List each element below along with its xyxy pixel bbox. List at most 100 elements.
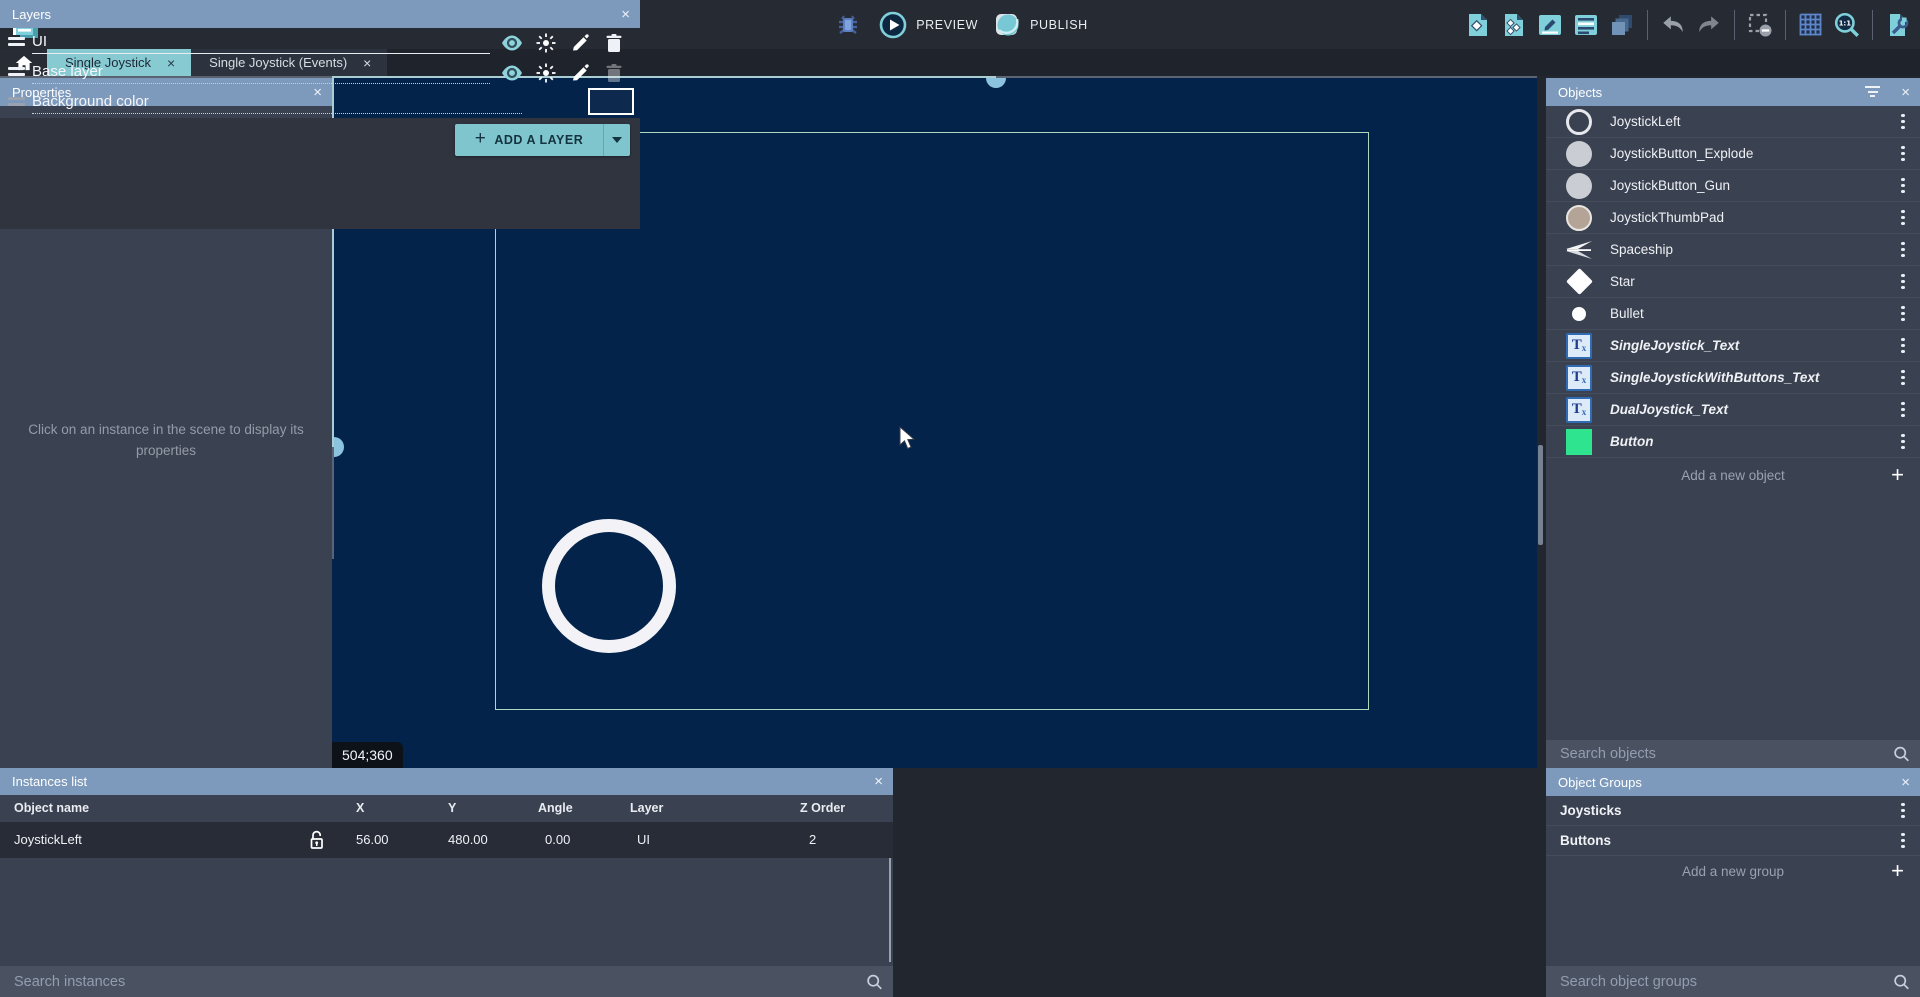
object-menu-kebab-icon[interactable] [1896, 434, 1910, 450]
background-color-swatch[interactable] [588, 88, 634, 115]
splitter-track [332, 447, 334, 559]
objects-panel: Objects × JoystickLeft JoystickButton_Ex… [1546, 78, 1920, 740]
object-row-button[interactable]: Button [1546, 426, 1920, 458]
object-menu-kebab-icon[interactable] [1896, 242, 1910, 258]
joystick-instance[interactable] [542, 519, 676, 653]
object-name: Spaceship [1610, 242, 1896, 257]
drag-handle-icon[interactable] [8, 37, 25, 49]
object-row-joystickthumbpad[interactable]: JoystickThumbPad [1546, 202, 1920, 234]
object-menu-kebab-icon[interactable] [1896, 146, 1910, 162]
object-groups-header: Object Groups × [1546, 768, 1920, 796]
add-group-button[interactable]: Add a new group + [1546, 856, 1920, 886]
object-groups-panel: Object Groups × Joysticks Buttons Add a … [1546, 768, 1920, 966]
instances-panel-scrollbar[interactable] [889, 858, 891, 962]
ring-icon [1564, 109, 1594, 135]
add-object-icon[interactable] [1462, 9, 1494, 41]
edit-layer-pencil-icon[interactable] [568, 31, 592, 55]
publish-button[interactable]: PUBLISH [992, 10, 1088, 40]
object-row-singlejoystick-text[interactable]: Tx SingleJoystick_Text [1546, 330, 1920, 362]
layer-effects-icon[interactable] [534, 61, 558, 85]
object-row-dualjoystick-text[interactable]: Tx DualJoystick_Text [1546, 394, 1920, 426]
instances-panel-title: Instances list [12, 774, 87, 789]
spaceship-icon [1564, 239, 1594, 261]
object-menu-kebab-icon[interactable] [1896, 274, 1910, 290]
toolbar-divider [1785, 10, 1786, 40]
object-groups-icon[interactable] [1498, 9, 1530, 41]
layers-panel-title: Layers [12, 7, 51, 22]
object-row-spaceship[interactable]: Spaceship [1546, 234, 1920, 266]
group-row-buttons[interactable]: Buttons [1546, 826, 1920, 856]
visibility-eye-icon[interactable] [500, 31, 524, 55]
object-menu-kebab-icon[interactable] [1896, 338, 1910, 354]
object-menu-kebab-icon[interactable] [1896, 306, 1910, 322]
close-icon[interactable]: × [1901, 78, 1910, 106]
delete-layer-trash-icon[interactable] [602, 31, 626, 55]
search-objects-input[interactable] [1546, 740, 1920, 768]
add-layer-dropdown-arrow[interactable] [603, 124, 630, 156]
drag-handle-icon [8, 97, 25, 109]
drag-handle-icon[interactable] [8, 67, 25, 79]
instance-y: 480.00 [448, 832, 488, 847]
layers-panel: Layers × UI [0, 0, 640, 229]
layer-name-field[interactable]: UI [32, 33, 490, 54]
cursor-coordinates: 504;360 [332, 742, 403, 768]
object-menu-kebab-icon[interactable] [1896, 402, 1910, 418]
grid-icon[interactable] [1795, 9, 1827, 41]
object-name: JoystickThumbPad [1610, 210, 1896, 225]
unlock-icon[interactable] [308, 829, 325, 851]
search-instances-input[interactable] [0, 966, 893, 997]
app-window: PREVIEW PUBLISH [0, 0, 1920, 997]
object-row-star[interactable]: Star [1546, 266, 1920, 298]
objects-panel-scrollbar[interactable] [1538, 445, 1543, 545]
vertical-splitter-handle[interactable] [334, 437, 344, 457]
preview-button[interactable]: PREVIEW [878, 10, 978, 40]
debugger-icon[interactable] [832, 9, 864, 41]
layers-panel-header: Layers × [0, 0, 640, 28]
tan-circle-icon [1564, 205, 1594, 231]
object-menu-kebab-icon[interactable] [1896, 178, 1910, 194]
object-row-joystickbutton-explode[interactable]: JoystickButton_Explode [1546, 138, 1920, 170]
add-object-button[interactable]: Add a new object + [1546, 458, 1920, 492]
search-objects-bar [1546, 740, 1920, 768]
redo-icon[interactable] [1693, 9, 1725, 41]
search-icon [866, 973, 883, 990]
group-name: Buttons [1560, 833, 1896, 848]
instance-row-joystickleft[interactable]: JoystickLeft 56.00 480.00 0.00 UI 2 [0, 822, 893, 858]
layer-effects-icon[interactable] [534, 31, 558, 55]
close-icon[interactable]: × [874, 768, 883, 795]
add-object-label: Add a new object [1681, 468, 1785, 483]
diamond-icon [1564, 272, 1594, 291]
object-menu-kebab-icon[interactable] [1896, 114, 1910, 130]
instances-panel: Instances list × Object name X Y Angle L… [0, 768, 893, 966]
edit-scene-icon[interactable] [1534, 9, 1566, 41]
object-row-singlejoystickwithbuttons-text[interactable]: Tx SingleJoystickWithButtons_Text [1546, 362, 1920, 394]
visibility-eye-icon[interactable] [500, 61, 524, 85]
filter-icon[interactable] [1865, 86, 1880, 100]
undo-icon[interactable] [1657, 9, 1689, 41]
settings-wrench-icon[interactable] [1882, 9, 1914, 41]
group-menu-kebab-icon[interactable] [1896, 833, 1910, 849]
object-menu-kebab-icon[interactable] [1896, 210, 1910, 226]
properties-list-icon[interactable] [1570, 9, 1602, 41]
group-menu-kebab-icon[interactable] [1896, 803, 1910, 819]
object-row-joystickbutton-gun[interactable]: JoystickButton_Gun [1546, 170, 1920, 202]
horizontal-splitter-handle[interactable] [986, 78, 1006, 88]
add-layer-button[interactable]: + ADD A LAYER [455, 124, 630, 156]
instances-panel-header: Instances list × [0, 768, 893, 795]
group-row-joysticks[interactable]: Joysticks [1546, 796, 1920, 826]
search-object-groups-input[interactable] [1546, 966, 1920, 997]
instance-x: 56.00 [356, 832, 389, 847]
layer-name-field[interactable]: Base layer [32, 63, 490, 84]
layers-stack-icon[interactable] [1606, 9, 1638, 41]
object-row-joystickleft[interactable]: JoystickLeft [1546, 106, 1920, 138]
zoom-1-1-icon[interactable]: 1:1 [1831, 9, 1863, 41]
edit-layer-pencil-icon[interactable] [568, 61, 592, 85]
object-row-bullet[interactable]: Bullet [1546, 298, 1920, 330]
object-menu-kebab-icon[interactable] [1896, 370, 1910, 386]
clear-selection-icon[interactable] [1744, 9, 1776, 41]
objects-panel-title: Objects [1558, 85, 1602, 100]
text-object-icon: Tx [1564, 333, 1594, 359]
publish-label: PUBLISH [1030, 18, 1088, 32]
close-icon[interactable]: × [1901, 768, 1910, 796]
close-icon[interactable]: × [621, 0, 630, 28]
